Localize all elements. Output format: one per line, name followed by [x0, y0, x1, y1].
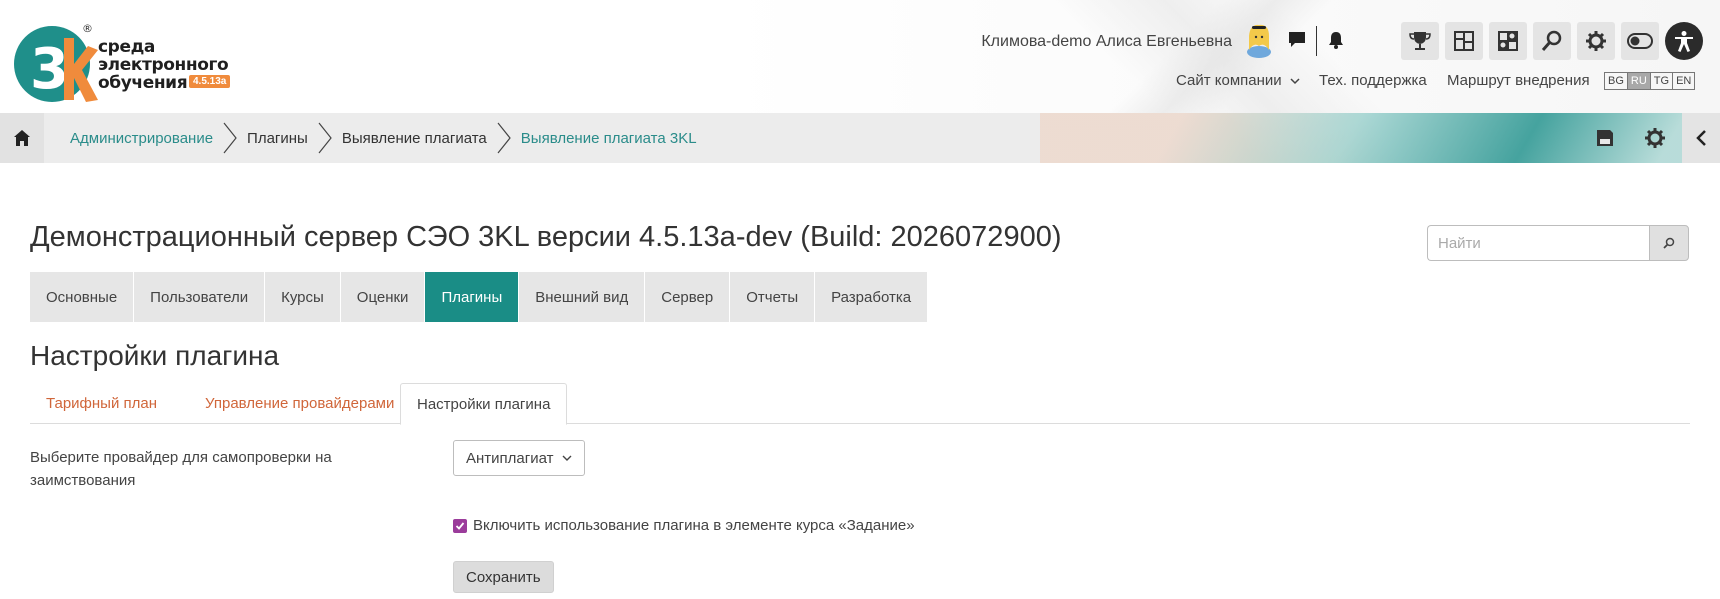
- gear-icon: [1586, 31, 1606, 51]
- blocks-icon: [1498, 31, 1518, 51]
- implementation-route-link[interactable]: Маршрут внедрения: [1447, 72, 1590, 89]
- accessibility-icon: [1675, 31, 1693, 52]
- theme-toggle-button[interactable]: [1621, 22, 1659, 60]
- breadcrumb: Администрирование Плагины Выявление плаг…: [70, 113, 697, 163]
- enable-plugin-label[interactable]: Включить использование плагина в элемент…: [473, 517, 915, 534]
- tab-provider-management[interactable]: Управление провайдерами: [189, 383, 410, 424]
- checkmark-icon: [455, 521, 465, 530]
- lang-ru[interactable]: RU: [1627, 73, 1651, 89]
- tab-appearance[interactable]: Внешний вид: [519, 272, 645, 322]
- language-switcher: BG RU TG EN: [1604, 72, 1696, 90]
- breadcrumb-administration[interactable]: Администрирование: [70, 130, 213, 147]
- provider-label: Выберите провайдер для самопроверки на з…: [30, 449, 332, 489]
- toggle-switch-icon: [1627, 33, 1653, 49]
- home-icon: [14, 130, 30, 146]
- provider-select[interactable]: Антиплагиат: [453, 440, 585, 476]
- lang-tg[interactable]: TG: [1651, 73, 1674, 89]
- notifications-bell-icon[interactable]: [1324, 28, 1348, 52]
- enable-plugin-checkbox[interactable]: [453, 518, 467, 533]
- trophy-icon: [1409, 32, 1431, 50]
- breadcrumb-plagiarism-3kl[interactable]: Выявление плагиата 3KL: [521, 130, 697, 147]
- tab-general[interactable]: Основные: [30, 272, 134, 322]
- breadcrumb-separator-icon: [223, 113, 237, 163]
- settings-tool-button[interactable]: [1577, 22, 1615, 60]
- breadcrumb-plugins[interactable]: Плагины: [247, 130, 308, 147]
- puzzle-blocks-button[interactable]: [1489, 22, 1527, 60]
- logo-version-badge: 4.5.13a: [189, 75, 231, 88]
- tab-users[interactable]: Пользователи: [134, 272, 265, 322]
- drawer-toggle-button[interactable]: [1682, 113, 1720, 163]
- user-name[interactable]: Климова-demo Алиса Евгеньевна: [981, 33, 1232, 51]
- tab-development[interactable]: Разработка: [815, 272, 928, 322]
- breadcrumb-separator-icon: [318, 113, 332, 163]
- admin-search: [1427, 225, 1689, 261]
- tab-plugins[interactable]: Плагины: [425, 272, 519, 322]
- search-tool-button[interactable]: [1533, 22, 1571, 60]
- tab-tariff-plan[interactable]: Тарифный план: [30, 383, 173, 424]
- home-button[interactable]: [0, 113, 44, 163]
- dashboard-layout-button[interactable]: [1445, 22, 1483, 60]
- header-divider: [1316, 26, 1317, 56]
- chevron-down-icon: [562, 455, 571, 461]
- enable-plugin-row: Включить использование плагина в элемент…: [453, 517, 915, 534]
- avatar[interactable]: [1244, 22, 1274, 58]
- breadcrumb-bar: Администрирование Плагины Выявление плаг…: [0, 113, 1720, 163]
- plugin-sub-tabs: Тарифный план Управление провайдерами На…: [30, 383, 1690, 425]
- company-site-link[interactable]: Сайт компании: [1176, 72, 1300, 89]
- tech-support-link[interactable]: Тех. поддержка: [1319, 72, 1427, 89]
- page-settings-gear-icon[interactable]: [1643, 126, 1667, 150]
- achievements-trophy-button[interactable]: [1401, 22, 1439, 60]
- tab-reports[interactable]: Отчеты: [730, 272, 815, 322]
- tab-grades[interactable]: Оценки: [340, 272, 425, 322]
- section-title: Настройки плагина: [30, 340, 280, 371]
- admin-tabs: Основные Пользователи Курсы Оценки Плаги…: [30, 272, 928, 322]
- tab-courses[interactable]: Курсы: [265, 272, 340, 322]
- search-input[interactable]: [1427, 225, 1649, 261]
- provider-select-value: Антиплагиат: [466, 449, 554, 467]
- layout-grid-icon: [1454, 31, 1474, 51]
- page-title: Демонстрационный сервер СЭО 3KL версии 4…: [30, 221, 1062, 253]
- header: 3 ® среда электронного обучения 4.5.13a …: [0, 0, 1720, 113]
- svg-text:3: 3: [30, 37, 69, 102]
- tab-plugin-settings[interactable]: Настройки плагина: [400, 383, 568, 425]
- search-icon: [1663, 237, 1675, 249]
- accessibility-button[interactable]: [1665, 22, 1703, 60]
- logo-mark-icon: 3 ®: [14, 22, 98, 102]
- tab-server[interactable]: Сервер: [645, 272, 730, 322]
- chevron-left-icon: [1696, 130, 1706, 146]
- lang-bg[interactable]: BG: [1605, 73, 1628, 89]
- lang-en[interactable]: EN: [1673, 73, 1694, 89]
- chevron-down-icon: [1290, 78, 1300, 85]
- save-disk-icon[interactable]: [1593, 126, 1617, 150]
- search-submit-button[interactable]: [1649, 225, 1689, 261]
- messages-icon[interactable]: [1285, 28, 1309, 52]
- save-button[interactable]: Сохранить: [453, 561, 554, 593]
- breadcrumb-plagiarism[interactable]: Выявление плагиата: [342, 130, 487, 147]
- breadcrumb-decoration: [1040, 113, 1720, 163]
- svg-text:®: ®: [82, 22, 93, 35]
- magnifier-icon: [1541, 30, 1562, 51]
- breadcrumb-separator-icon: [497, 113, 511, 163]
